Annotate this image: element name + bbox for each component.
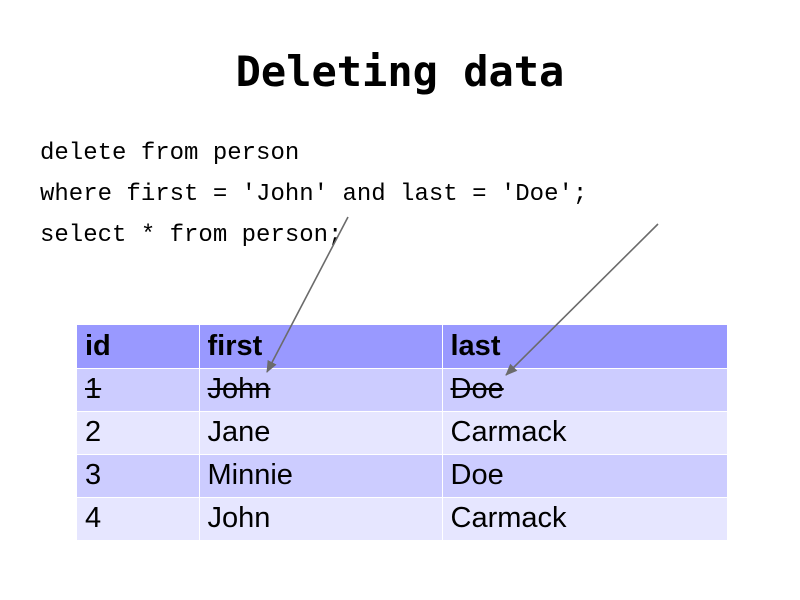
- column-header-id: id: [77, 325, 200, 369]
- cell-id: 2: [77, 411, 200, 455]
- cell-id: 1: [77, 368, 200, 412]
- cell-first: John: [199, 497, 443, 541]
- cell-first: Jane: [199, 411, 443, 455]
- cell-first: John: [199, 368, 443, 412]
- slide-title: Deleting data: [235, 47, 565, 96]
- cell-id: 4: [77, 497, 200, 541]
- table-row: 2 Jane Carmack: [77, 411, 727, 455]
- cell-last: Carmack: [442, 411, 727, 455]
- column-header-last: last: [442, 325, 727, 369]
- cell-id: 3: [77, 454, 200, 498]
- cell-last: Carmack: [442, 497, 727, 541]
- table-row: 3 Minnie Doe: [77, 454, 727, 498]
- sql-code-block: delete from person where first = 'John' …: [40, 137, 587, 260]
- code-line: delete from person: [40, 140, 300, 167]
- table-row: 4 John Carmack: [77, 497, 727, 541]
- table-row-deleted: 1 John Doe: [77, 368, 727, 412]
- person-table: id first last 1 John Doe 2 Jane Carmack …: [77, 325, 727, 541]
- cell-last: Doe: [442, 454, 727, 498]
- code-line: select * from person;: [40, 222, 343, 249]
- cell-first: Minnie: [199, 454, 443, 498]
- column-header-first: first: [199, 325, 443, 369]
- code-line: where first = 'John' and last = 'Doe';: [40, 181, 588, 208]
- cell-last: Doe: [442, 368, 727, 412]
- table-header-row: id first last: [77, 325, 727, 369]
